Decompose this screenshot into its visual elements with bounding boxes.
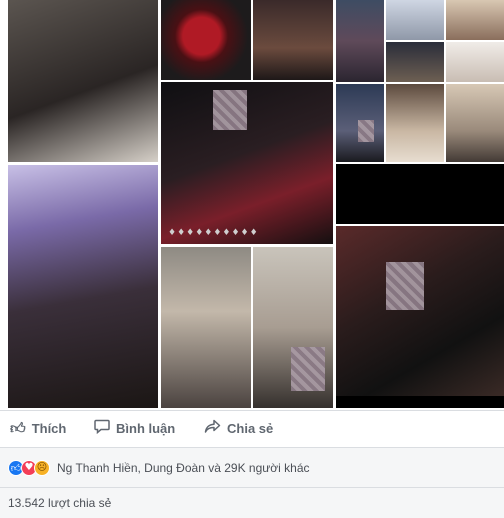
thumbs-up-icon: 👍︎	[10, 419, 26, 437]
face-blur	[291, 347, 325, 391]
photo-group-dinner[interactable]	[386, 42, 444, 82]
photo-hospital-bed[interactable]	[253, 247, 333, 408]
sad-reaction-icon: ☹	[34, 459, 50, 476]
photo-man-sunglasses[interactable]	[446, 0, 504, 40]
photo-woman-portrait[interactable]	[446, 42, 504, 82]
photo-couple-closeup[interactable]	[336, 226, 504, 396]
photo-collage[interactable]: ♦♦♦♦♦♦♦♦♦♦	[0, 0, 504, 410]
like-label: Thích	[31, 421, 67, 436]
comment-label: Bình luận	[116, 421, 176, 436]
photo-rose-bouquet[interactable]	[161, 0, 251, 80]
photo-man-car[interactable]	[386, 0, 444, 40]
face-blur	[386, 262, 424, 310]
photo-couple-selfie-2[interactable]	[336, 84, 384, 162]
share-arrow-icon	[204, 419, 221, 438]
photo-couple-selfie-1[interactable]	[336, 0, 384, 82]
photo-black-panel[interactable]	[336, 164, 504, 224]
face-blur	[358, 120, 374, 142]
share-button[interactable]: Chia sẻ	[204, 419, 273, 438]
face-blur	[213, 90, 247, 130]
photo-black-strip	[336, 396, 504, 408]
photo-couple-ring[interactable]	[161, 82, 333, 244]
photo-couple-street[interactable]	[161, 247, 251, 408]
photo-caption-glyphs: ♦♦♦♦♦♦♦♦♦♦	[168, 228, 259, 238]
share-label: Chia sẻ	[227, 421, 274, 436]
post-action-bar: 👍︎ Thích Bình luận Chia sẻ	[0, 410, 504, 446]
photo-restaurant-table[interactable]	[253, 0, 333, 80]
comment-button[interactable]: Bình luận	[94, 419, 175, 438]
photo-dinner-date[interactable]	[8, 165, 158, 408]
reactions-summary[interactable]: 👍︎ ♥ ☹ Ng Thanh Hiền, Dung Đoàn và 29K n…	[0, 447, 504, 487]
photo-couple-mall[interactable]	[446, 84, 504, 162]
like-button[interactable]: 👍︎ Thích	[10, 419, 66, 438]
photo-couple-formal[interactable]	[386, 84, 444, 162]
speech-bubble-icon	[94, 419, 110, 438]
share-count-text[interactable]: 13.542 lượt chia sẻ	[8, 496, 111, 510]
photo-two-women[interactable]	[8, 0, 158, 162]
reactions-text[interactable]: Ng Thanh Hiền, Dung Đoàn và 29K người kh…	[57, 461, 310, 475]
share-count[interactable]: 13.542 lượt chia sẻ	[0, 487, 504, 518]
